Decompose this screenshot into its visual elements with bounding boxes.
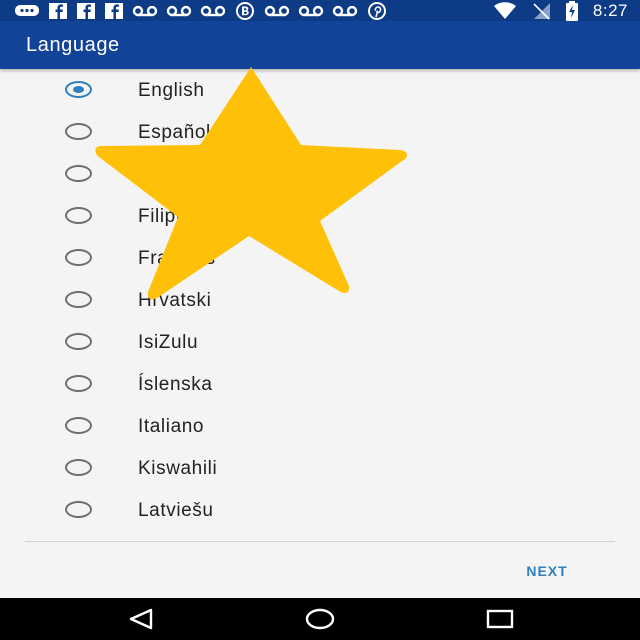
language-label: IsiZulu — [138, 332, 199, 353]
wifi-icon — [493, 2, 516, 19]
voicemail-icon — [166, 5, 192, 17]
app-bar: Language — [0, 21, 640, 69]
language-option-isizulu[interactable]: IsiZulu — [0, 322, 640, 364]
divider — [25, 541, 615, 542]
radio-button[interactable] — [65, 207, 92, 224]
language-label: Kiswahili — [138, 458, 218, 479]
chat-bubble-icon — [15, 5, 39, 16]
back-icon[interactable] — [121, 607, 161, 631]
language-option-hidden[interactable] — [0, 154, 640, 196]
language-option-islenska[interactable]: Íslenska — [0, 364, 640, 406]
radio-button[interactable] — [65, 291, 92, 308]
radio-button[interactable] — [65, 459, 92, 476]
language-option-espanol[interactable]: Español — [0, 112, 640, 154]
language-option-latviesu[interactable]: Latviešu — [0, 490, 640, 532]
voicemail-icon — [264, 5, 290, 17]
status-bar: 8:27 — [0, 0, 640, 21]
language-option-filipino[interactable]: Filipino — [0, 196, 640, 238]
navigation-bar — [0, 598, 640, 640]
clock: 8:27 — [592, 1, 628, 20]
language-option-kiswahili[interactable]: Kiswahili — [0, 448, 640, 490]
system-icons: 8:27 — [493, 1, 628, 21]
battery-charging-icon — [565, 1, 578, 21]
radio-button[interactable] — [65, 501, 92, 518]
radio-button[interactable] — [65, 123, 92, 140]
language-label: English — [138, 80, 205, 101]
language-label: Italiano — [138, 416, 205, 437]
radio-button[interactable] — [65, 333, 92, 350]
notification-icons — [14, 2, 388, 20]
page-title: Language — [26, 34, 120, 56]
language-option-francais[interactable]: Français — [0, 238, 640, 280]
language-option-english[interactable]: English — [0, 70, 640, 112]
next-button[interactable]: NEXT — [510, 558, 584, 584]
radio-button[interactable] — [65, 165, 92, 182]
b-circle-icon — [236, 2, 254, 20]
recents-icon[interactable] — [480, 607, 520, 631]
language-label: Filipino — [138, 206, 203, 227]
language-label: Latviešu — [138, 500, 214, 521]
facebook-icon — [77, 3, 95, 19]
radio-button[interactable] — [65, 375, 92, 392]
voicemail-icon — [200, 5, 226, 17]
language-label: Español — [138, 122, 211, 143]
voicemail-icon — [332, 5, 358, 17]
radio-button[interactable] — [65, 249, 92, 266]
language-option-hrvatski[interactable]: Hrvatski — [0, 280, 640, 322]
home-icon[interactable] — [300, 607, 340, 631]
language-option-italiano[interactable]: Italiano — [0, 406, 640, 448]
language-label: Français — [138, 248, 216, 269]
pinterest-icon — [368, 2, 386, 20]
radio-button[interactable] — [65, 417, 92, 434]
facebook-icon — [49, 3, 67, 19]
language-label: Hrvatski — [138, 290, 212, 311]
language-label: Íslenska — [138, 374, 213, 395]
radio-button[interactable] — [65, 81, 92, 98]
facebook-icon — [105, 3, 123, 19]
no-signal-icon — [533, 3, 550, 20]
voicemail-icon — [298, 5, 324, 17]
voicemail-icon — [132, 5, 158, 17]
